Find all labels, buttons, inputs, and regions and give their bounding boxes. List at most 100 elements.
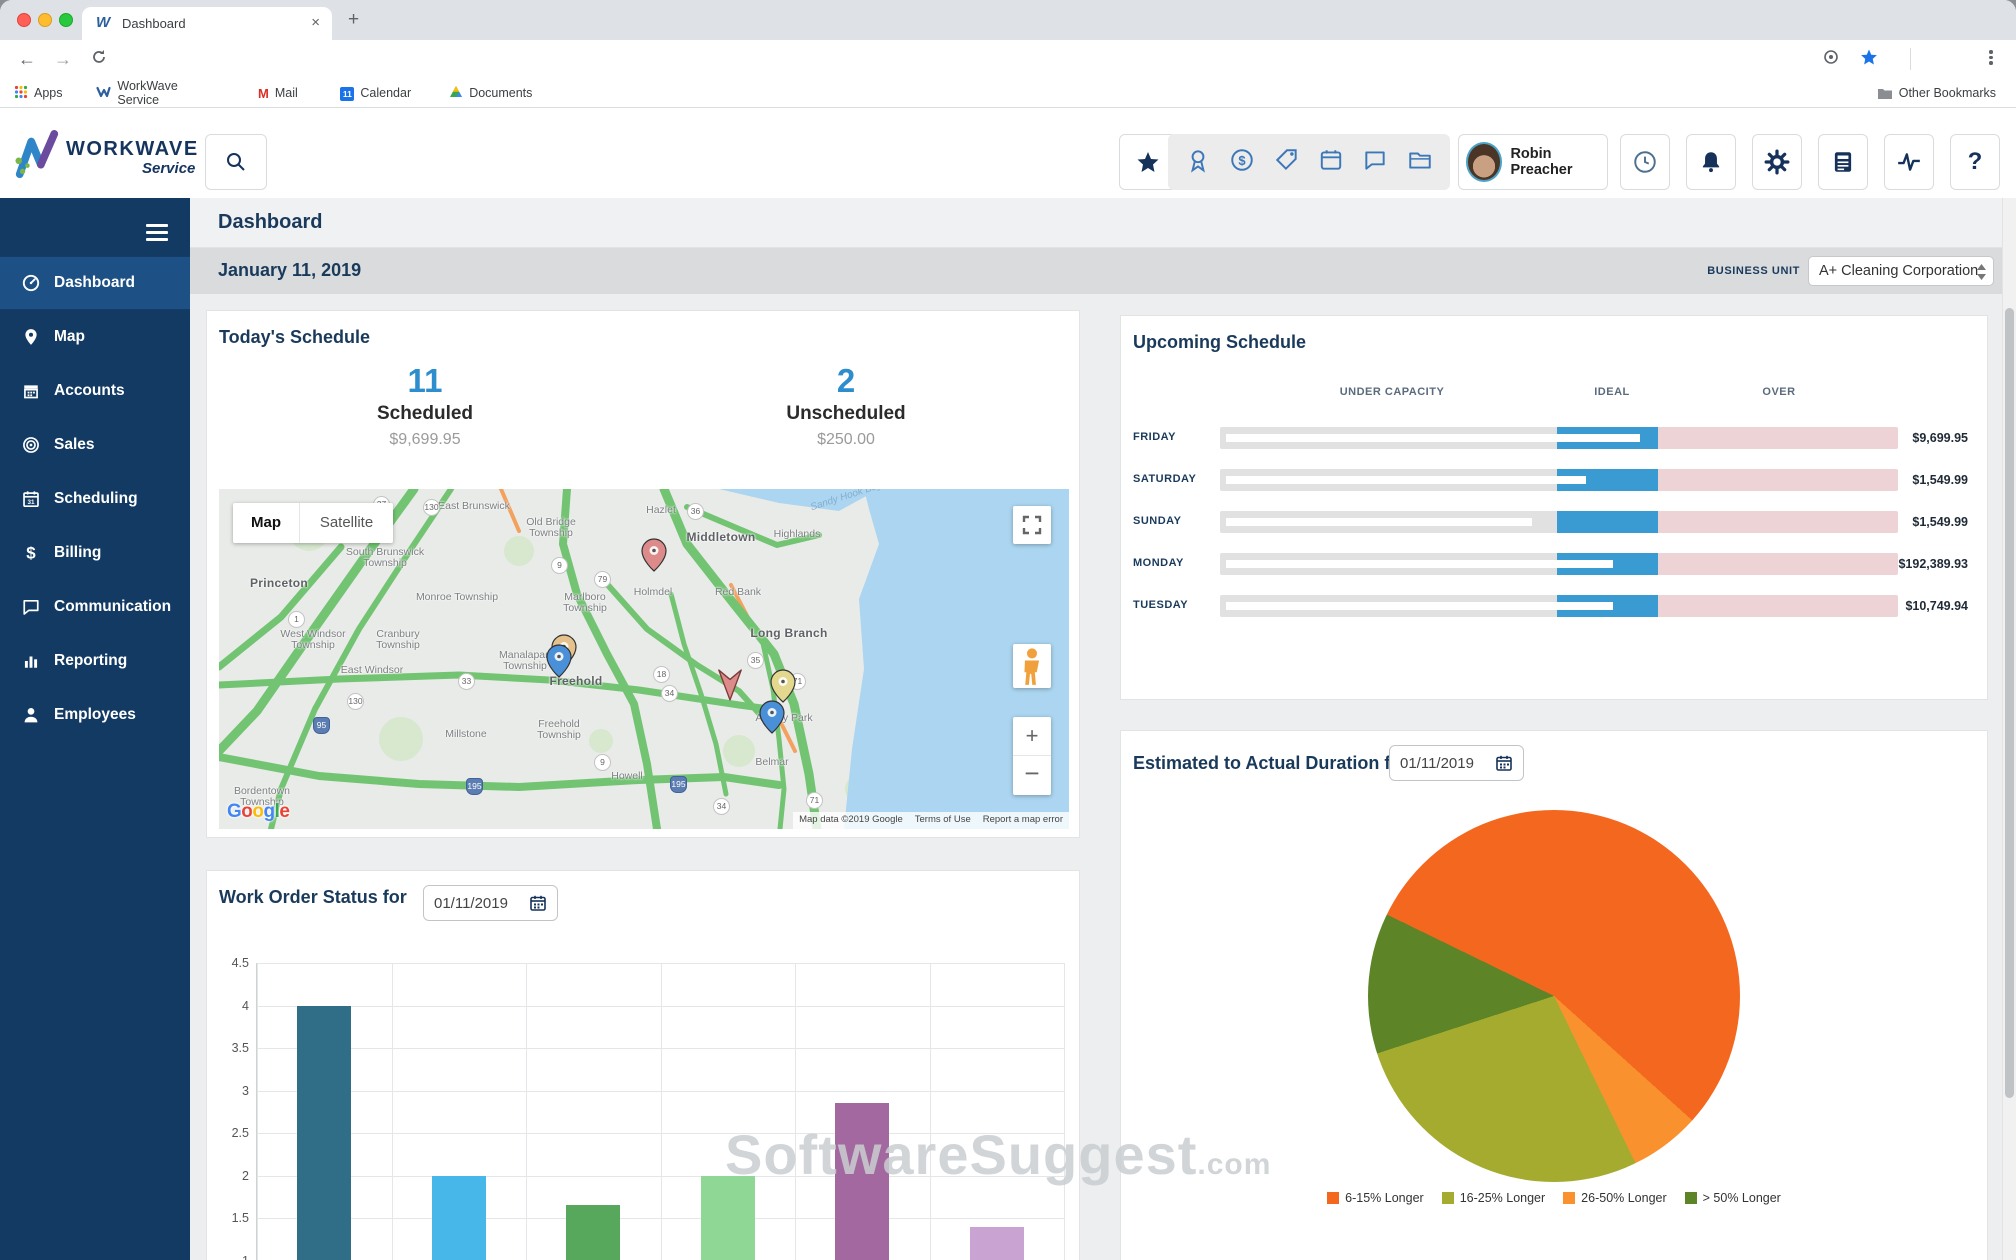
bookmark-label: WorkWave Service [117, 79, 177, 107]
scheduled-stat: 11 Scheduled $9,699.95 [275, 363, 575, 449]
estimated-duration-card: Estimated to Actual Duration for 6-15% L… [1120, 730, 1988, 1260]
settings-button[interactable] [1752, 134, 1802, 190]
zoom-in-button[interactable]: + [1013, 717, 1051, 756]
accounts-icon [22, 382, 40, 400]
legend-swatch [1442, 1192, 1454, 1204]
map-town-label: Cranbury Township [355, 629, 441, 652]
map-pin-marker[interactable] [641, 538, 667, 572]
route-shield: 1 [288, 611, 305, 628]
pegman-button[interactable] [1013, 644, 1051, 688]
map-pin-marker[interactable] [759, 700, 785, 734]
legend-item-4: > 50% Longer [1685, 1191, 1781, 1205]
google-map[interactable]: Sandy Hook Bay East BrunswickOld Bridge … [219, 489, 1069, 829]
date-heading: January 11, 2019 [218, 260, 361, 281]
traffic-light-close[interactable] [17, 13, 31, 27]
bookmark-workwave-service[interactable]: WorkWave Service [96, 82, 177, 104]
calculator-icon [1830, 149, 1856, 175]
calendar-picker-icon[interactable] [529, 894, 547, 912]
legend-item-2: 16-25% Longer [1442, 1191, 1545, 1205]
sidebar-item-billing[interactable]: $Billing [0, 526, 190, 580]
fullscreen-button[interactable] [1013, 506, 1051, 544]
chat-bubble-icon[interactable] [1362, 147, 1388, 178]
business-unit-value: A+ Cleaning Corporation [1819, 263, 1978, 279]
bar-4 [701, 1176, 755, 1260]
upcoming-schedule-title: Upcoming Schedule [1133, 332, 1306, 353]
zoom-control: + − [1013, 717, 1051, 795]
folder-icon [1877, 87, 1893, 100]
sidebar-item-dashboard[interactable]: Dashboard [0, 256, 190, 310]
other-bookmarks-label: Other Bookmarks [1899, 86, 1996, 100]
report-map-error-link[interactable]: Report a map error [977, 812, 1069, 829]
help-button[interactable]: ? [1950, 134, 2000, 190]
map-town-label: Freehold Township [516, 719, 602, 742]
map-type-satellite-button[interactable]: Satellite [299, 503, 393, 543]
sidebar-item-scheduling[interactable]: 31Scheduling [0, 472, 190, 526]
zoom-out-button[interactable]: − [1013, 756, 1051, 794]
bookmark-mail[interactable]: MMail [258, 82, 298, 104]
calendar-picker-icon[interactable] [1495, 754, 1513, 772]
sidebar-item-map[interactable]: Map [0, 310, 190, 364]
browser-tab[interactable]: W Dashboard × [82, 7, 332, 40]
upcoming-schedule-card: Upcoming Schedule UNDER CAPACITY IDEAL O… [1120, 315, 1988, 700]
map-arrow-marker[interactable] [716, 668, 742, 702]
work-order-bar-chart [256, 963, 1063, 1260]
bar-6 [970, 1227, 1024, 1260]
traffic-light-minimize[interactable] [38, 13, 52, 27]
bar-5 [835, 1103, 889, 1260]
sidebar-item-communication[interactable]: Communication [0, 580, 190, 634]
upcoming-row-saturday: SATURDAY$1,549.99 [1133, 469, 1968, 491]
calendar-icon[interactable] [1318, 147, 1344, 178]
other-bookmarks[interactable]: Other Bookmarks [1877, 82, 1996, 104]
traffic-light-zoom[interactable] [59, 13, 73, 27]
activity-button[interactable] [1884, 134, 1934, 190]
dollar-circle-icon[interactable]: $ [1229, 147, 1255, 178]
tab-close-icon[interactable]: × [311, 14, 320, 31]
sidebar-item-sales[interactable]: Sales [0, 418, 190, 472]
calculator-button[interactable] [1818, 134, 1868, 190]
folder-icon[interactable] [1407, 147, 1433, 178]
refresh-icon[interactable] [88, 48, 110, 70]
recent-button[interactable] [1620, 134, 1670, 190]
extension-icon[interactable] [1820, 48, 1842, 70]
bookmark-apps[interactable]: Apps [14, 82, 63, 104]
row-amount: $192,389.93 [1838, 557, 1968, 571]
tag-icon[interactable] [1274, 147, 1300, 178]
notifications-button[interactable] [1686, 134, 1736, 190]
forward-icon[interactable]: → [52, 48, 74, 70]
sidebar-item-label: Map [54, 328, 85, 346]
capacity-track [1220, 469, 1898, 491]
sidebar-item-employees[interactable]: Employees [0, 688, 190, 742]
map-type-map-button[interactable]: Map [233, 503, 299, 543]
pie-legend: 6-15% Longer16-25% Longer26-50% Longer> … [1121, 1191, 1987, 1205]
column-over: OVER [1762, 386, 1795, 398]
hamburger-menu-icon[interactable] [146, 220, 168, 245]
route-shield: 35 [747, 652, 764, 669]
bookmark-star-icon[interactable] [1858, 48, 1880, 70]
scrollbar-thumb[interactable] [2005, 308, 2014, 1098]
actual-indicator [1226, 560, 1613, 568]
sidebar-item-reporting[interactable]: Reporting [0, 634, 190, 688]
bookmark-label: Calendar [360, 86, 411, 100]
user-menu[interactable]: Robin Preacher [1458, 134, 1608, 190]
gmail-m-icon: M [258, 86, 269, 101]
bookmark-documents[interactable]: Documents [449, 82, 532, 104]
terms-of-use-link[interactable]: Terms of Use [909, 812, 977, 829]
day-label: TUESDAY [1133, 599, 1188, 611]
business-unit-select[interactable]: A+ Cleaning Corporation [1808, 256, 1994, 286]
badge-icon[interactable] [1185, 147, 1211, 178]
new-tab-button[interactable]: + [348, 9, 359, 31]
map-pin-marker[interactable] [770, 669, 796, 703]
bookmarks-bar: Apps WorkWave Service MMail 11Calendar Docum… [0, 78, 2016, 108]
bookmark-calendar[interactable]: 11Calendar [340, 82, 411, 104]
back-icon[interactable]: ← [16, 48, 38, 70]
y-tick-label: 1 [209, 1254, 249, 1260]
actual-indicator [1226, 434, 1640, 442]
search-button[interactable] [205, 134, 267, 190]
select-stepper-icon [1976, 262, 1987, 292]
bar-1 [297, 1006, 351, 1260]
sidebar-item-accounts[interactable]: Accounts [0, 364, 190, 418]
column-ideal: IDEAL [1594, 386, 1630, 398]
map-pin-marker[interactable] [546, 644, 572, 678]
row-amount: $1,549.99 [1838, 515, 1968, 529]
browser-menu-icon[interactable] [1980, 48, 2002, 70]
